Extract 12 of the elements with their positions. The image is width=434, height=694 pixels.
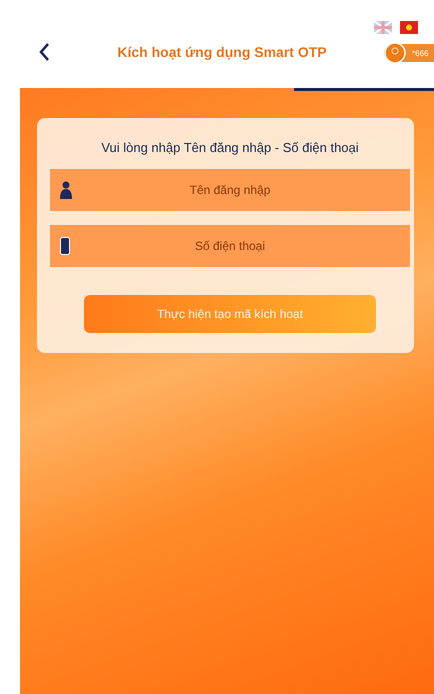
create-code-button[interactable]: Thực hiện tạo mã kích hoạt <box>84 295 376 333</box>
username-field[interactable]: Tên đăng nhập <box>50 169 410 211</box>
vietnam-flag-icon[interactable] <box>400 21 418 34</box>
account-number: *666 <box>412 48 428 58</box>
person-icon <box>60 181 72 199</box>
phone-field[interactable]: Số điện thoại <box>50 225 410 267</box>
account-icon <box>384 42 406 64</box>
phone-icon <box>60 237 70 255</box>
uk-flag-icon[interactable] <box>374 21 392 34</box>
form-heading: Vui lòng nhập Tên đăng nhập - Số điện thoại <box>100 140 360 155</box>
page-title: Kích hoạt ứng dụng Smart OTP <box>116 44 328 60</box>
account-pill[interactable]: *666 <box>384 44 434 62</box>
